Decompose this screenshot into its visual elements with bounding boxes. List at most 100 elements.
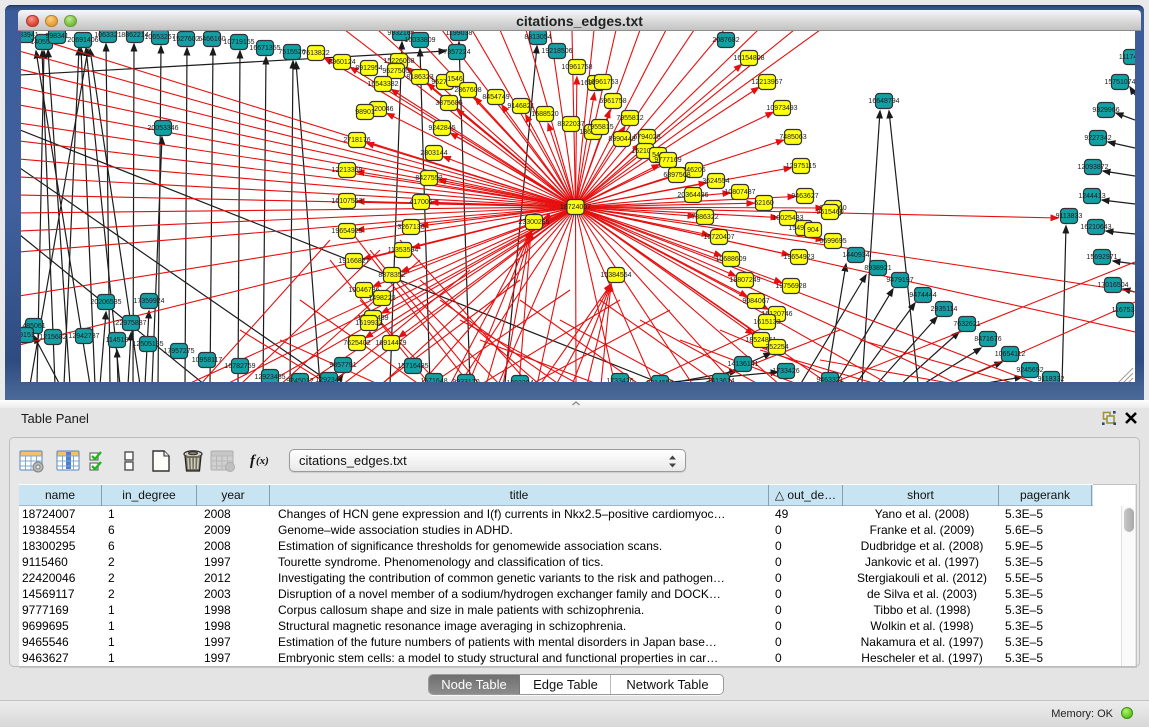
svg-text:7955812: 7955812 — [616, 115, 643, 122]
svg-text:1571648: 1571648 — [420, 378, 447, 382]
svg-text:20206535: 20206535 — [90, 299, 121, 306]
svg-text:1733426: 1733426 — [772, 368, 799, 375]
svg-text:19756928: 19756928 — [775, 283, 806, 290]
svg-text:1440934: 1440934 — [842, 252, 869, 259]
svg-text:16033809: 16033809 — [404, 37, 435, 44]
svg-text:6961758: 6961758 — [599, 98, 626, 105]
svg-text:16914479: 16914479 — [375, 340, 406, 347]
svg-text:10653267: 10653267 — [144, 34, 175, 41]
svg-text:8960124: 8960124 — [328, 59, 355, 66]
svg-text:10688609: 10688609 — [715, 256, 746, 263]
svg-text:1413614: 1413614 — [707, 378, 734, 382]
svg-text:8990448: 8990448 — [608, 136, 635, 143]
svg-text:9474444: 9474444 — [909, 292, 936, 299]
svg-text:22975887: 22975887 — [115, 320, 146, 327]
svg-text:10654112: 10654112 — [995, 351, 1026, 358]
svg-text:12923465: 12923465 — [254, 374, 285, 381]
svg-text:114519: 114519 — [106, 337, 129, 344]
svg-text:1588520: 1588520 — [531, 111, 558, 118]
svg-text:8813054: 8813054 — [524, 34, 551, 41]
svg-text:2087682: 2087682 — [712, 37, 739, 44]
svg-text:252254: 252254 — [765, 344, 788, 351]
svg-text:2935114: 2935114 — [931, 306, 958, 313]
svg-text:9242845: 9242845 — [428, 125, 455, 132]
svg-text:12942737: 12942737 — [68, 333, 99, 340]
svg-text:(x): (x) — [256, 455, 269, 467]
svg-text:6794028: 6794028 — [633, 134, 660, 141]
svg-text:17957275: 17957275 — [163, 348, 194, 355]
svg-text:15751074: 15751074 — [1104, 79, 1135, 86]
svg-text:998341: 998341 — [45, 33, 68, 40]
svg-text:16210643: 16210643 — [1080, 224, 1111, 231]
svg-text:9479197: 9479197 — [886, 277, 913, 284]
svg-text:9084067: 9084067 — [742, 298, 769, 305]
svg-text:10807487: 10807487 — [724, 189, 755, 196]
svg-text:7886322: 7886322 — [691, 214, 718, 221]
svg-text:2718176: 2718176 — [343, 137, 370, 144]
svg-text:39151: 39151 — [21, 332, 35, 339]
svg-text:8878352: 8878352 — [378, 272, 405, 279]
svg-text:16154808: 16154808 — [733, 55, 764, 62]
svg-text:9463321: 9463321 — [816, 377, 843, 382]
svg-text:17359924: 17359924 — [133, 298, 164, 305]
svg-text:7613822: 7613822 — [302, 50, 329, 57]
svg-text:18724007: 18724007 — [560, 204, 591, 211]
svg-text:2867608: 2867608 — [454, 87, 481, 94]
svg-text:10958117: 10958117 — [192, 357, 223, 364]
svg-text:15716485: 15716485 — [397, 363, 428, 370]
svg-text:16648794: 16648794 — [868, 98, 899, 105]
svg-text:0699695: 0699695 — [819, 238, 846, 245]
svg-text:9777169: 9777169 — [654, 157, 681, 164]
svg-text:7625402: 7625402 — [343, 340, 370, 347]
svg-text:9214553: 9214553 — [646, 380, 673, 382]
svg-text:10973493: 10973493 — [766, 105, 797, 112]
svg-text:9933120: 9933120 — [452, 379, 479, 382]
svg-text:1215682: 1215682 — [39, 334, 66, 341]
svg-text:17016504: 17016504 — [1097, 282, 1128, 289]
svg-text:6897568: 6897568 — [663, 172, 690, 179]
svg-text:8322037: 8322037 — [557, 121, 584, 128]
svg-text:98901: 98901 — [355, 109, 375, 116]
svg-text:7632621: 7632621 — [953, 321, 980, 328]
svg-text:9245652: 9245652 — [1016, 367, 1043, 374]
svg-text:18807249: 18807249 — [729, 277, 760, 284]
svg-text:16107553: 16107553 — [331, 198, 362, 205]
svg-text:9118332: 9118332 — [1038, 376, 1065, 382]
svg-text:1063321: 1063321 — [94, 32, 121, 39]
svg-text:1615132: 1615132 — [753, 319, 780, 326]
svg-text:9857791: 9857791 — [329, 362, 356, 369]
svg-text:9329966: 9329966 — [1092, 107, 1119, 114]
svg-text:19218506: 19218506 — [541, 48, 572, 55]
svg-text:6466160: 6466160 — [198, 36, 225, 43]
svg-text:1498222: 1498222 — [368, 295, 395, 302]
svg-text:9463627: 9463627 — [791, 193, 818, 200]
svg-text:11353594: 11353594 — [388, 247, 419, 254]
svg-text:3875685: 3875685 — [435, 100, 462, 107]
svg-text:9113833: 9113833 — [1056, 213, 1083, 220]
svg-text:12975115: 12975115 — [786, 163, 817, 170]
svg-text:1546: 1546 — [447, 76, 463, 83]
svg-text:19961753: 19961753 — [587, 79, 618, 86]
svg-text:8938921: 8938921 — [864, 265, 891, 272]
svg-text:9245012: 9245012 — [286, 378, 313, 382]
svg-text:12505135: 12505135 — [132, 341, 163, 348]
svg-text:8471676: 8471676 — [974, 336, 1001, 343]
svg-text:8454749: 8454749 — [482, 94, 509, 101]
svg-text:1292346: 1292346 — [315, 377, 342, 382]
svg-text:16782759: 16782759 — [224, 363, 255, 370]
svg-text:3624554: 3624554 — [702, 178, 729, 185]
svg-text:7357224: 7357224 — [443, 49, 470, 56]
svg-text:12213967: 12213967 — [751, 79, 782, 86]
svg-text:1733426: 1733426 — [606, 378, 633, 382]
svg-text:14136141: 14136141 — [727, 361, 758, 368]
svg-text:62160: 62160 — [754, 200, 774, 207]
svg-text:3267130: 3267130 — [397, 224, 424, 231]
svg-text:15692971: 15692971 — [1086, 254, 1117, 261]
svg-text:417006: 417006 — [409, 199, 432, 206]
svg-text:9615460: 9615460 — [816, 209, 843, 216]
svg-text:7485063: 7485063 — [779, 134, 806, 141]
svg-text:10961758: 10961758 — [561, 64, 592, 71]
svg-text:12093872: 12093872 — [1077, 164, 1108, 171]
svg-text:23300265: 23300265 — [518, 219, 549, 226]
svg-text:2803144: 2803144 — [420, 150, 447, 157]
